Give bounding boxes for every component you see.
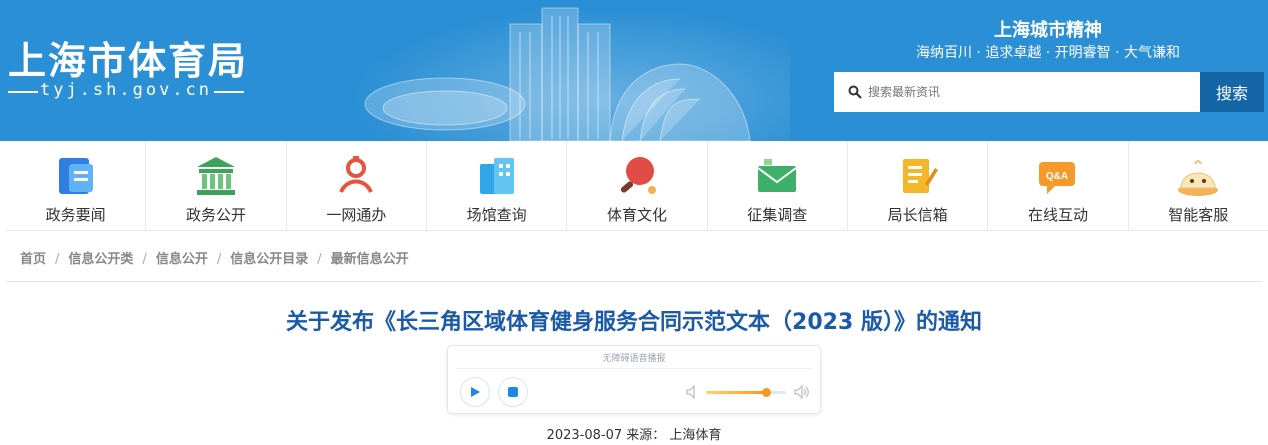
city-spirit-slogan: 海纳百川 · 追求卓越 · 开明睿智 · 大气谦和: [915, 45, 1181, 61]
divider: [456, 368, 812, 369]
breadcrumb-separator: /: [216, 252, 222, 267]
play-button[interactable]: [460, 377, 490, 407]
breadcrumb-item[interactable]: 信息公开类: [68, 252, 133, 267]
breadcrumb-separator: /: [317, 252, 322, 267]
breadcrumb-separator: /: [55, 252, 60, 267]
stop-button[interactable]: [498, 377, 528, 407]
search-bar: 搜索: [834, 72, 1264, 112]
breadcrumb-item-current[interactable]: 最新信息公开: [331, 252, 409, 267]
breadcrumb-separator: /: [142, 252, 147, 267]
site-logo[interactable]: 上海市体育局 tyj.sh.gov.cn: [8, 30, 248, 110]
volume-down-icon[interactable]: [686, 385, 698, 399]
nav-label: 征集调查: [747, 206, 808, 224]
letter-clipboard-icon: [902, 159, 938, 193]
breadcrumb-item[interactable]: 信息公开: [156, 252, 208, 267]
nav-label: 政务公开: [185, 206, 246, 224]
breadcrumb-item-home[interactable]: 首页: [20, 252, 46, 267]
article-meta: 2023-08-07 来源： 上海体育: [0, 424, 1268, 443]
search-button[interactable]: 搜索: [1200, 72, 1264, 112]
nav-item-open-government[interactable]: 政务公开: [146, 141, 287, 230]
qa-chat-icon: Q&A: [1038, 162, 1075, 194]
article-title: 关于发布《长三角区域体育健身服务合同示范文本（2023 版）》的通知: [286, 310, 982, 335]
audio-player-caption: 无障碍语音播报: [602, 354, 666, 364]
nav-item-director-mailbox[interactable]: 局长信箱: [848, 141, 989, 230]
nav-label: 局长信箱: [887, 206, 948, 224]
breadcrumb-item[interactable]: 信息公开目录: [230, 252, 308, 267]
nav-item-smart-service[interactable]: 智能客服: [1129, 141, 1268, 230]
search-field[interactable]: [834, 72, 1200, 112]
mail-icon: [757, 159, 797, 192]
main-nav: 政务要闻 政务公开 一网通办 场馆查询 体育文化 征集调查 局长信箱 Q&A 在…: [6, 141, 1268, 231]
nav-label: 一网通办: [326, 206, 387, 224]
site-header: 上海市体育局 tyj.sh.gov.cn 上海城市精神 海纳百川 · 追求卓越 …: [0, 0, 1268, 141]
breadcrumb: 首页 / 信息公开类 / 信息公开 / 信息公开目录 / 最新信息公开: [20, 248, 409, 267]
divider: [6, 281, 1262, 282]
city-spirit-title: 上海城市精神: [994, 20, 1102, 41]
volume-slider-fill: [706, 391, 766, 394]
nav-item-news[interactable]: 政务要闻: [6, 141, 147, 230]
logo-url: tyj.sh.gov.cn: [8, 80, 244, 100]
nav-item-venue-search[interactable]: 场馆查询: [427, 141, 568, 230]
city-skyline-illustration: [364, 7, 751, 141]
svg-text:Q&A: Q&A: [1046, 171, 1068, 182]
nav-label: 场馆查询: [466, 206, 527, 224]
stop-icon: [508, 387, 518, 397]
document-icon: [58, 158, 93, 194]
nav-label: 政务要闻: [45, 206, 106, 224]
service-logo-icon: [339, 156, 374, 193]
nav-item-sports-culture[interactable]: 体育文化: [567, 141, 708, 230]
nav-label: 在线互动: [1027, 206, 1088, 224]
city-spirit: 上海城市精神 海纳百川 · 追求卓越 · 开明睿智 · 大气谦和: [916, 16, 1180, 61]
article-date: 2023-08-07: [546, 428, 623, 443]
search-icon: [848, 85, 862, 99]
nav-label: 体育文化: [606, 206, 667, 224]
building-icon: [479, 158, 514, 194]
bun-robot-icon: [1178, 160, 1219, 196]
logo-name: 上海市体育局: [8, 38, 249, 83]
nav-item-survey[interactable]: 征集调查: [708, 141, 848, 230]
nav-label: 智能客服: [1168, 206, 1229, 224]
volume-slider-handle[interactable]: [762, 388, 771, 397]
article-source-label: 来源：: [626, 428, 666, 443]
ping-pong-paddle-icon: [620, 157, 656, 194]
search-input[interactable]: [868, 85, 1188, 99]
volume-slider[interactable]: [706, 388, 786, 397]
volume-up-icon[interactable]: [794, 384, 810, 400]
audio-player: 无障碍语音播报: [447, 345, 821, 414]
play-icon: [471, 387, 480, 397]
article-source: 上海体育: [669, 428, 722, 443]
nav-item-one-stop-service[interactable]: 一网通办: [287, 141, 427, 230]
nav-item-online-interaction[interactable]: Q&A 在线互动: [988, 141, 1129, 230]
government-building-icon: [196, 157, 235, 195]
